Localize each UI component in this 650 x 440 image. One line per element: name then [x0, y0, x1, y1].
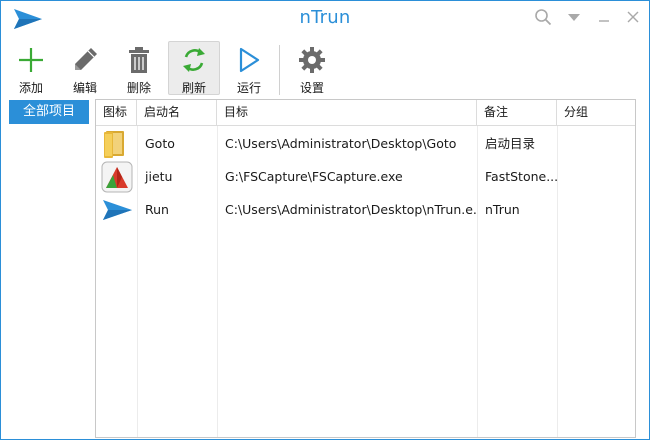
- add-label: 添加: [18, 81, 43, 95]
- minimize-icon: [599, 20, 609, 22]
- item-group: [557, 127, 635, 160]
- list-item[interactable]: jietu G:\FSCapture\FSCapture.exe FastSto…: [96, 160, 635, 193]
- toolbar: 添加 编辑 删除 刷新 运行 设置: [1, 35, 649, 97]
- edit-button[interactable]: 编辑: [59, 41, 111, 95]
- refresh-icon: [183, 48, 205, 72]
- item-list[interactable]: 图标 启动名 目标 备注 分组 Goto C:\Users\Administra…: [95, 99, 636, 438]
- delete-button[interactable]: 删除: [113, 41, 165, 95]
- fscapture-icon: [101, 161, 133, 193]
- folder-icon: [104, 131, 124, 158]
- item-note: nTrun: [485, 202, 520, 217]
- close-icon: [627, 11, 639, 23]
- list-item[interactable]: Goto C:\Users\Administrator\Desktop\Goto…: [96, 127, 635, 160]
- plus-icon: [19, 48, 43, 72]
- column-header-group[interactable]: 分组: [557, 100, 635, 125]
- list-item[interactable]: Run C:\Users\Administrator\Desktop\nTrun…: [96, 193, 635, 226]
- app-window: nTrun 添加 编辑 删除 刷新 运行 设置 全部项目 图标 启动名 目标 备…: [0, 0, 650, 440]
- item-target: C:\Users\Administrator\Desktop\Goto: [225, 136, 457, 151]
- item-target: G:\FSCapture\FSCapture.exe: [225, 169, 403, 184]
- item-group: [557, 160, 635, 193]
- title-bar[interactable]: nTrun: [1, 1, 649, 35]
- search-button[interactable]: [533, 7, 553, 27]
- minimize-button[interactable]: [594, 7, 614, 27]
- dropdown-arrow-icon: [568, 14, 580, 21]
- trash-icon: [129, 47, 149, 73]
- add-button[interactable]: 添加: [5, 41, 57, 95]
- item-name: Run: [145, 202, 169, 217]
- close-button[interactable]: [623, 7, 643, 27]
- run-label: 运行: [236, 81, 261, 95]
- menu-dropdown-button[interactable]: [564, 7, 584, 27]
- toolbar-separator: [279, 45, 280, 95]
- item-group: [557, 193, 635, 226]
- column-header-note[interactable]: 备注: [477, 100, 557, 125]
- item-note: FastStone...: [485, 169, 557, 184]
- gear-icon: [299, 47, 325, 73]
- edit-label: 编辑: [72, 81, 97, 95]
- group-sidebar: 全部项目: [1, 97, 93, 439]
- column-header-target[interactable]: 目标: [217, 100, 477, 125]
- delete-label: 删除: [126, 81, 151, 95]
- play-icon: [239, 47, 260, 73]
- settings-button[interactable]: 设置: [286, 41, 338, 95]
- refresh-label: 刷新: [181, 81, 206, 95]
- item-note: 启动目录: [485, 136, 536, 151]
- search-icon: [535, 9, 552, 26]
- settings-label: 设置: [299, 81, 324, 95]
- column-header-icon[interactable]: 图标: [96, 100, 137, 125]
- pencil-icon: [75, 48, 97, 70]
- refresh-button[interactable]: 刷新: [168, 41, 220, 95]
- item-target: C:\Users\Administrator\Desktop\nTrun.e..…: [225, 202, 477, 217]
- item-name: Goto: [145, 136, 175, 151]
- item-name: jietu: [145, 169, 173, 184]
- list-header: 图标 启动名 目标 备注 分组: [96, 100, 635, 126]
- run-button[interactable]: 运行: [223, 41, 275, 95]
- column-header-name[interactable]: 启动名: [137, 100, 217, 125]
- paper-plane-icon: [103, 200, 132, 220]
- sidebar-item-all[interactable]: 全部项目: [9, 100, 89, 124]
